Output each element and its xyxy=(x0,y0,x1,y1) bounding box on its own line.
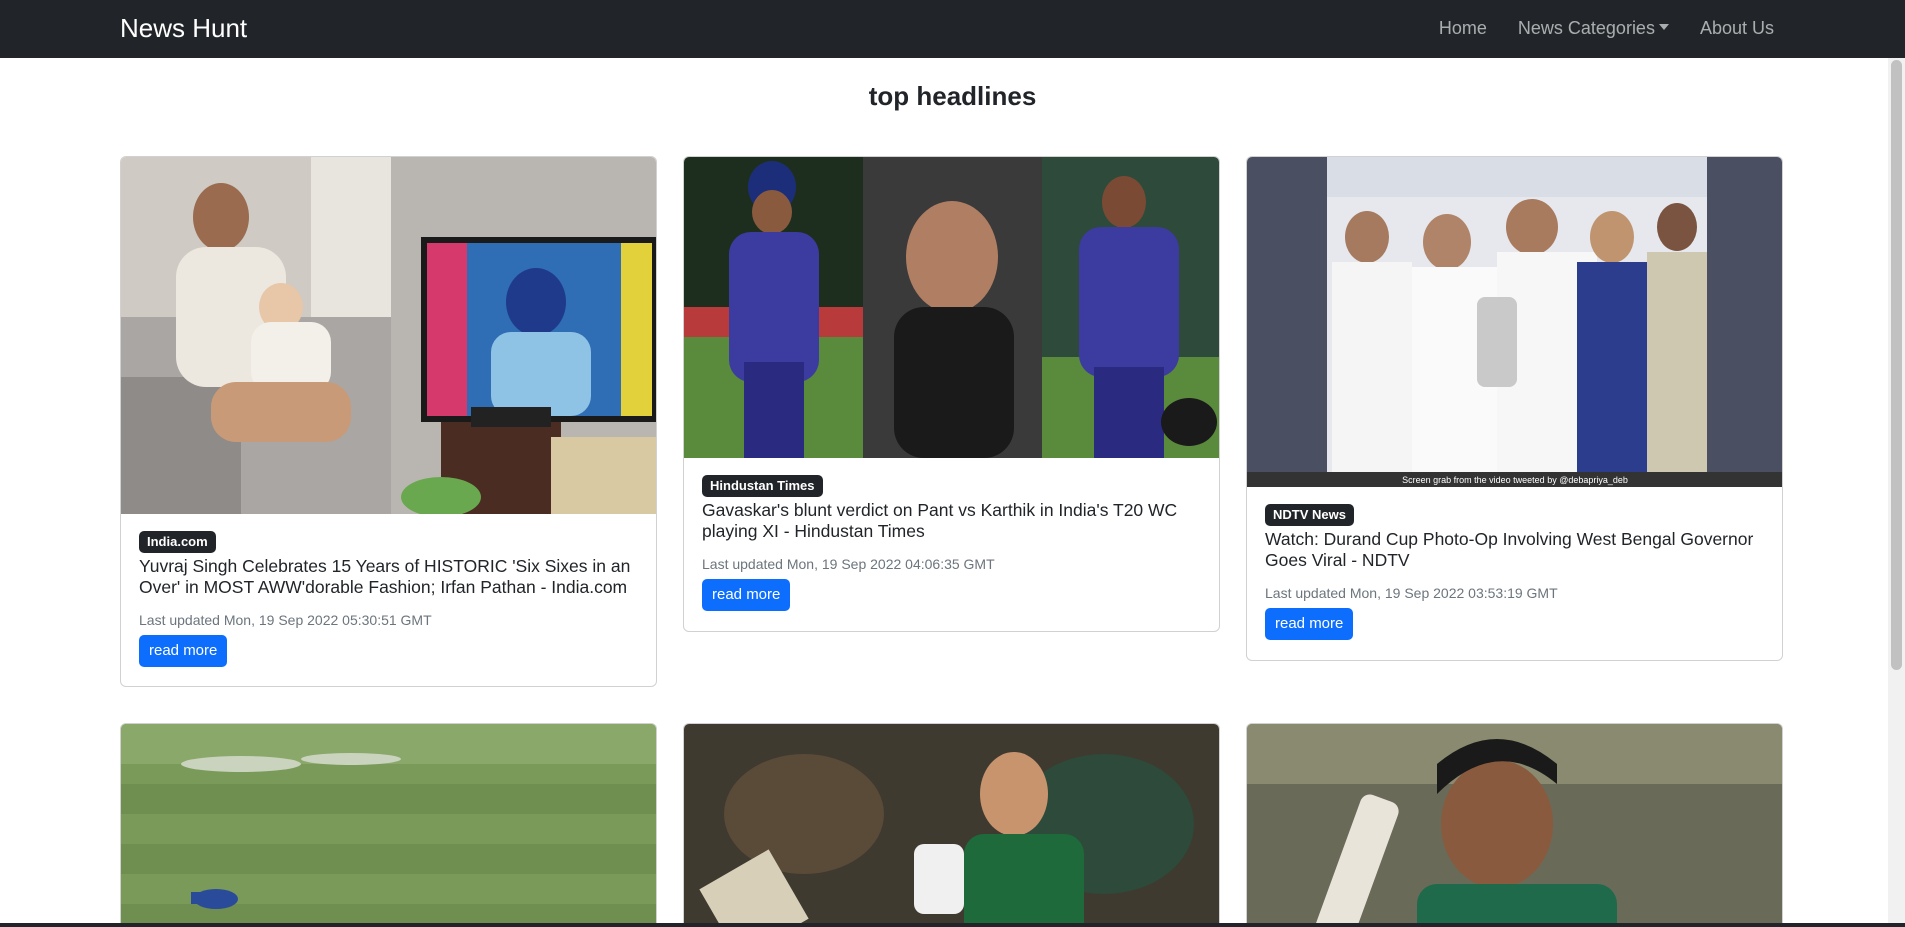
news-photo-durand-cup: Screen grab from the video tweeted by @d… xyxy=(1247,157,1782,487)
news-card: India.com Yuvraj Singh Celebrates 15 Yea… xyxy=(120,156,657,687)
news-image xyxy=(684,724,1219,927)
nav-links: Home News Categories About Us xyxy=(1439,16,1774,40)
news-card xyxy=(120,723,657,927)
page-title: top headlines xyxy=(868,81,1037,111)
brand-link[interactable]: News Hunt xyxy=(120,12,247,44)
read-more-button[interactable]: read more xyxy=(1265,608,1354,640)
news-image xyxy=(121,157,656,514)
read-more-button[interactable]: read more xyxy=(702,579,791,611)
nav-categories-label: News Categories xyxy=(1517,18,1655,38)
updated-text: Last updated Mon, 19 Sep 2022 04:06:35 G… xyxy=(702,556,995,572)
scrollbar-thumb[interactable] xyxy=(1891,60,1902,670)
nav-home-label: Home xyxy=(1438,18,1487,38)
updated-text: Last updated Mon, 19 Sep 2022 05:30:51 G… xyxy=(139,612,432,628)
news-image: Screen grab from the video tweeted by @d… xyxy=(1247,157,1782,487)
news-photo-ponting xyxy=(684,724,1219,927)
caret-down-icon xyxy=(1658,24,1669,31)
news-card xyxy=(683,723,1220,927)
news-card: Hindustan Times Gavaskar's blunt verdict… xyxy=(683,156,1220,632)
card-title: Watch: Durand Cup Photo-Op Involving Wes… xyxy=(1265,529,1754,570)
news-photo-cricket-field xyxy=(121,724,656,927)
card-body: Hindustan Times Gavaskar's blunt verdict… xyxy=(684,458,1219,628)
news-card: Screen grab from the video tweeted by @d… xyxy=(1246,156,1783,661)
updated-text: Last updated Mon, 19 Sep 2022 03:53:19 G… xyxy=(1265,585,1558,601)
news-image xyxy=(1247,724,1782,927)
scrollbar[interactable] xyxy=(1888,58,1905,923)
news-photo-yuvraj xyxy=(121,157,656,514)
news-image xyxy=(121,724,656,927)
card-title: Gavaskar's blunt verdict on Pant vs Kart… xyxy=(702,500,1178,541)
card-body: NDTV News Watch: Durand Cup Photo-Op Inv… xyxy=(1247,487,1782,657)
bottom-edge xyxy=(0,923,1905,927)
nav-about-label: About Us xyxy=(1699,18,1774,38)
source-badge: India.com xyxy=(139,531,216,553)
card-title: Yuvraj Singh Celebrates 15 Years of HIST… xyxy=(139,556,631,597)
news-image xyxy=(684,157,1219,458)
source-badge: Hindustan Times xyxy=(702,475,823,497)
read-more-button[interactable]: read more xyxy=(139,635,228,667)
card-body: India.com Yuvraj Singh Celebrates 15 Yea… xyxy=(121,514,656,684)
news-photo-gavaskar xyxy=(684,157,1219,458)
nav-categories-dropdown[interactable]: News Categories xyxy=(1518,16,1669,40)
news-card xyxy=(1246,723,1783,927)
nav-about-link[interactable]: About Us xyxy=(1700,16,1774,40)
image-caption: Screen grab from the video tweeted by @d… xyxy=(1402,475,1628,485)
source-badge: NDTV News xyxy=(1265,504,1354,526)
navbar: News Hunt Home News Categories About Us xyxy=(0,0,1905,58)
news-photo-harbhajan xyxy=(1247,724,1782,927)
nav-home-link[interactable]: Home xyxy=(1439,16,1487,40)
